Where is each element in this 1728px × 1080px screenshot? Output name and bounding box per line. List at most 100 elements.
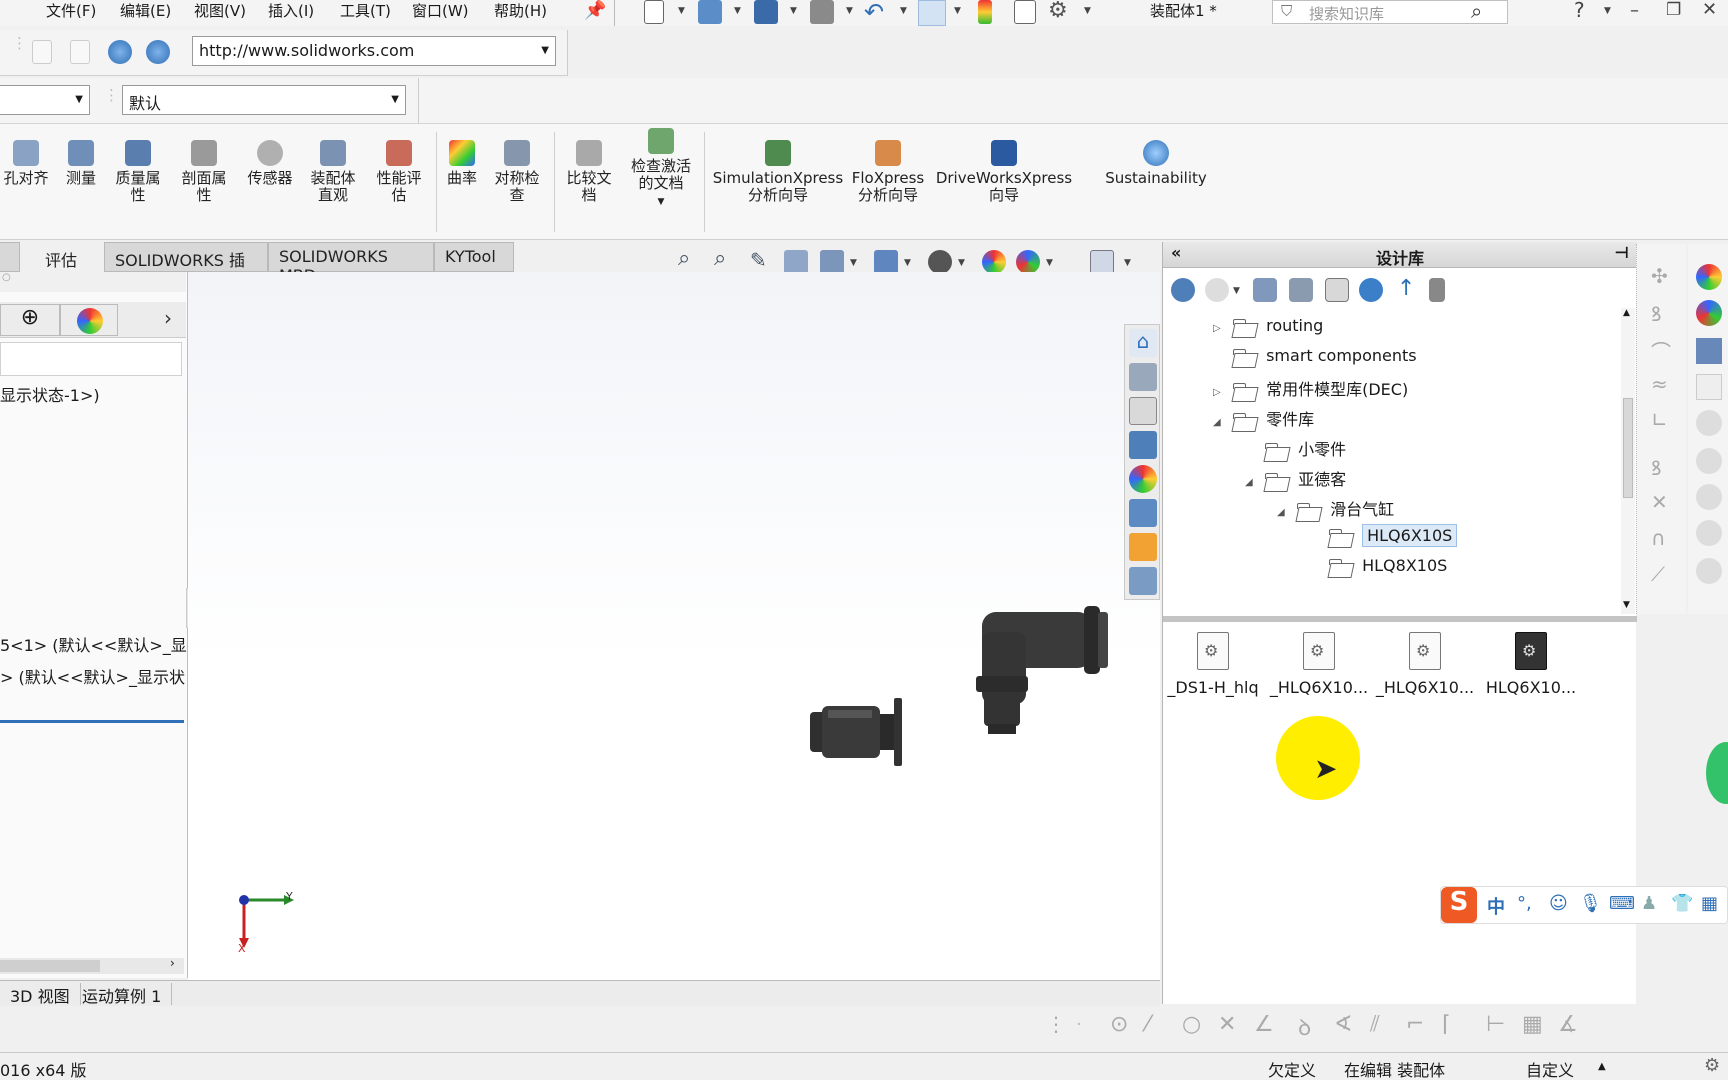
- zoom-to-area-icon[interactable]: ⌕: [714, 246, 726, 271]
- save-icon[interactable]: [754, 0, 778, 24]
- chevron-down-icon[interactable]: ▼: [958, 258, 965, 268]
- zoom-to-fit-icon[interactable]: ⌕: [678, 246, 690, 271]
- toolbox-grid-icon[interactable]: ▦: [1701, 893, 1718, 914]
- web-forward-icon[interactable]: [70, 40, 90, 64]
- cmd-performance-evaluation[interactable]: 性能评 估: [368, 140, 430, 204]
- tree-folder-hlq8x10s[interactable]: HLQ8X10S: [1309, 556, 1447, 582]
- select-icon[interactable]: [918, 0, 946, 26]
- chevron-down-icon[interactable]: ▼: [790, 6, 797, 16]
- tree-folder-hlq6x10s[interactable]: HLQ6X10S: [1309, 524, 1458, 552]
- tree-folder-parts-library[interactable]: ◢ 零件库: [1213, 406, 1314, 432]
- pin-icon[interactable]: ⊣: [1614, 243, 1629, 262]
- chevron-right-icon[interactable]: ›: [164, 306, 172, 330]
- tree-vertical-scrollbar[interactable]: ▲ ▼: [1621, 308, 1635, 614]
- tree-folder-common-parts[interactable]: ▷ 常用件模型库(DEC): [1213, 376, 1408, 402]
- microphone-icon[interactable]: 🎙: [1579, 893, 1602, 914]
- ime-language[interactable]: 中: [1487, 893, 1505, 919]
- sketch-tool-icon[interactable]: ≈: [1651, 372, 1668, 396]
- file-item[interactable]: _HLQ6X10...: [1269, 632, 1369, 697]
- design-library-icon[interactable]: [1129, 397, 1157, 425]
- trim-icon[interactable]: ✕: [1218, 1012, 1236, 1037]
- appearance-icon[interactable]: [1696, 264, 1722, 290]
- chevron-down-icon[interactable]: ▼: [678, 6, 685, 16]
- cmd-simulationxpress[interactable]: SimulationXpress 分析向导: [708, 140, 848, 204]
- globe-search-icon[interactable]: [146, 40, 170, 64]
- refresh-icon[interactable]: [1359, 278, 1383, 302]
- circle-center-icon[interactable]: ⊙: [1110, 1012, 1128, 1037]
- display-state-node[interactable]: 显示状态-1>): [0, 382, 100, 406]
- sketch-tool-icon[interactable]: ꝸ: [1651, 454, 1662, 481]
- minimize-icon[interactable]: –: [1630, 0, 1639, 21]
- search-box[interactable]: ⛉ 搜索知识库 ⌕: [1272, 0, 1508, 24]
- cmd-check-active-document[interactable]: 检查激活 的文档 ▼: [622, 128, 700, 211]
- circle-icon[interactable]: ○: [1182, 1012, 1201, 1037]
- tree-component-2[interactable]: > (默认<<默认>_显示状: [0, 664, 185, 688]
- offset-icon[interactable]: ⫽: [1370, 1012, 1380, 1037]
- floating-assistant-icon[interactable]: [1706, 742, 1728, 804]
- chevron-down-icon[interactable]: ▼: [75, 94, 83, 105]
- help-icon[interactable]: ?: [1574, 0, 1585, 22]
- sketch-tool-icon[interactable]: ⌒: [1651, 336, 1671, 365]
- cmd-compare-documents[interactable]: 比较文 档: [558, 140, 620, 204]
- rollback-bar[interactable]: [0, 720, 184, 723]
- collapse-icon[interactable]: «: [1171, 243, 1181, 262]
- url-input[interactable]: http://www.solidworks.com ▼: [192, 36, 556, 66]
- sketch-tool-icon[interactable]: ✣: [1651, 264, 1668, 288]
- tree-folder-smart-components[interactable]: smart components: [1213, 346, 1417, 372]
- file-properties-icon[interactable]: [1014, 0, 1036, 24]
- emoji-icon[interactable]: ☺: [1549, 893, 1568, 914]
- cmd-sustainability[interactable]: Sustainability: [1096, 140, 1216, 187]
- chevron-down-icon[interactable]: ▼: [391, 94, 399, 105]
- restore-icon[interactable]: ❐: [1666, 0, 1681, 20]
- dynamic-annotation-icon[interactable]: [820, 250, 844, 274]
- grid-icon[interactable]: ▦: [1522, 1012, 1543, 1037]
- cmd-mass-properties[interactable]: 质量属 性: [108, 140, 168, 204]
- config-select[interactable]: ▼: [0, 85, 90, 115]
- rectangle-icon[interactable]: ⌈: [1442, 1012, 1451, 1037]
- undo-icon[interactable]: ↶: [864, 0, 884, 26]
- chevron-down-icon[interactable]: ▼: [622, 194, 700, 211]
- display-state-select[interactable]: 默认 ▼: [122, 85, 406, 115]
- cmd-driveworksxpress[interactable]: DriveWorksXpress 向导: [932, 140, 1076, 204]
- add-to-library-icon[interactable]: [1253, 278, 1277, 302]
- tree-folder-airtac[interactable]: ◢ 亚德客: [1245, 466, 1346, 492]
- scene-icon[interactable]: [1696, 300, 1722, 326]
- collapse-icon[interactable]: ◢: [1277, 507, 1291, 518]
- pane-splitter[interactable]: [1163, 616, 1637, 622]
- skin-icon[interactable]: 👕: [1671, 893, 1693, 914]
- tab-solidworks-mbd[interactable]: SOLIDWORKS MBD: [268, 242, 434, 285]
- chevron-down-icon[interactable]: ▼: [904, 258, 911, 268]
- rebuild-icon[interactable]: [978, 0, 992, 24]
- sketch-tool-icon[interactable]: ꝸ: [1651, 300, 1662, 327]
- rebuild-status-icon[interactable]: ⚙: [1704, 1055, 1720, 1076]
- tab-previous[interactable]: [0, 242, 20, 272]
- search-icon[interactable]: ⌕: [1471, 0, 1482, 23]
- tree-folder-routing[interactable]: ▷ routing: [1213, 316, 1323, 342]
- file-explorer-icon[interactable]: [1129, 431, 1157, 459]
- configuration-manager-icon[interactable]: ⊕: [0, 304, 60, 336]
- chevron-down-icon[interactable]: ▼: [1046, 258, 1053, 268]
- menu-view[interactable]: 视图(V): [194, 0, 246, 21]
- angle-icon[interactable]: ∠: [1254, 1012, 1274, 1037]
- cmd-hole-align[interactable]: 孔对齐: [0, 140, 52, 187]
- apply-scene-icon[interactable]: [1016, 250, 1040, 274]
- view-orientation-icon[interactable]: [874, 250, 898, 274]
- pin-icon[interactable]: 📌: [584, 0, 606, 21]
- toolbox-icon[interactable]: [1429, 278, 1445, 302]
- chevron-down-icon[interactable]: ▼: [900, 6, 907, 16]
- tab-kytool[interactable]: KYTool: [434, 242, 514, 272]
- chevron-down-icon[interactable]: ▼: [846, 6, 853, 16]
- tree-folder-small-parts[interactable]: 小零件: [1245, 436, 1346, 462]
- straight-fitting-model[interactable]: [798, 692, 922, 772]
- print-icon[interactable]: [810, 0, 834, 24]
- tab-evaluate[interactable]: 评估: [18, 242, 104, 272]
- scroll-down-icon[interactable]: ▼: [1623, 600, 1630, 610]
- tab-motion-study-1[interactable]: 运动算例 1: [72, 983, 173, 1006]
- resources-icon[interactable]: [1129, 363, 1157, 391]
- chevron-down-icon[interactable]: ▼: [1084, 6, 1091, 16]
- chevron-down-icon[interactable]: ▼: [1124, 258, 1131, 268]
- gear-icon[interactable]: ⚙: [1048, 0, 1068, 23]
- expand-icon[interactable]: ▷: [1213, 323, 1227, 334]
- scroll-up-icon[interactable]: ▲: [1623, 308, 1630, 318]
- corner-icon[interactable]: ⌐: [1406, 1012, 1424, 1037]
